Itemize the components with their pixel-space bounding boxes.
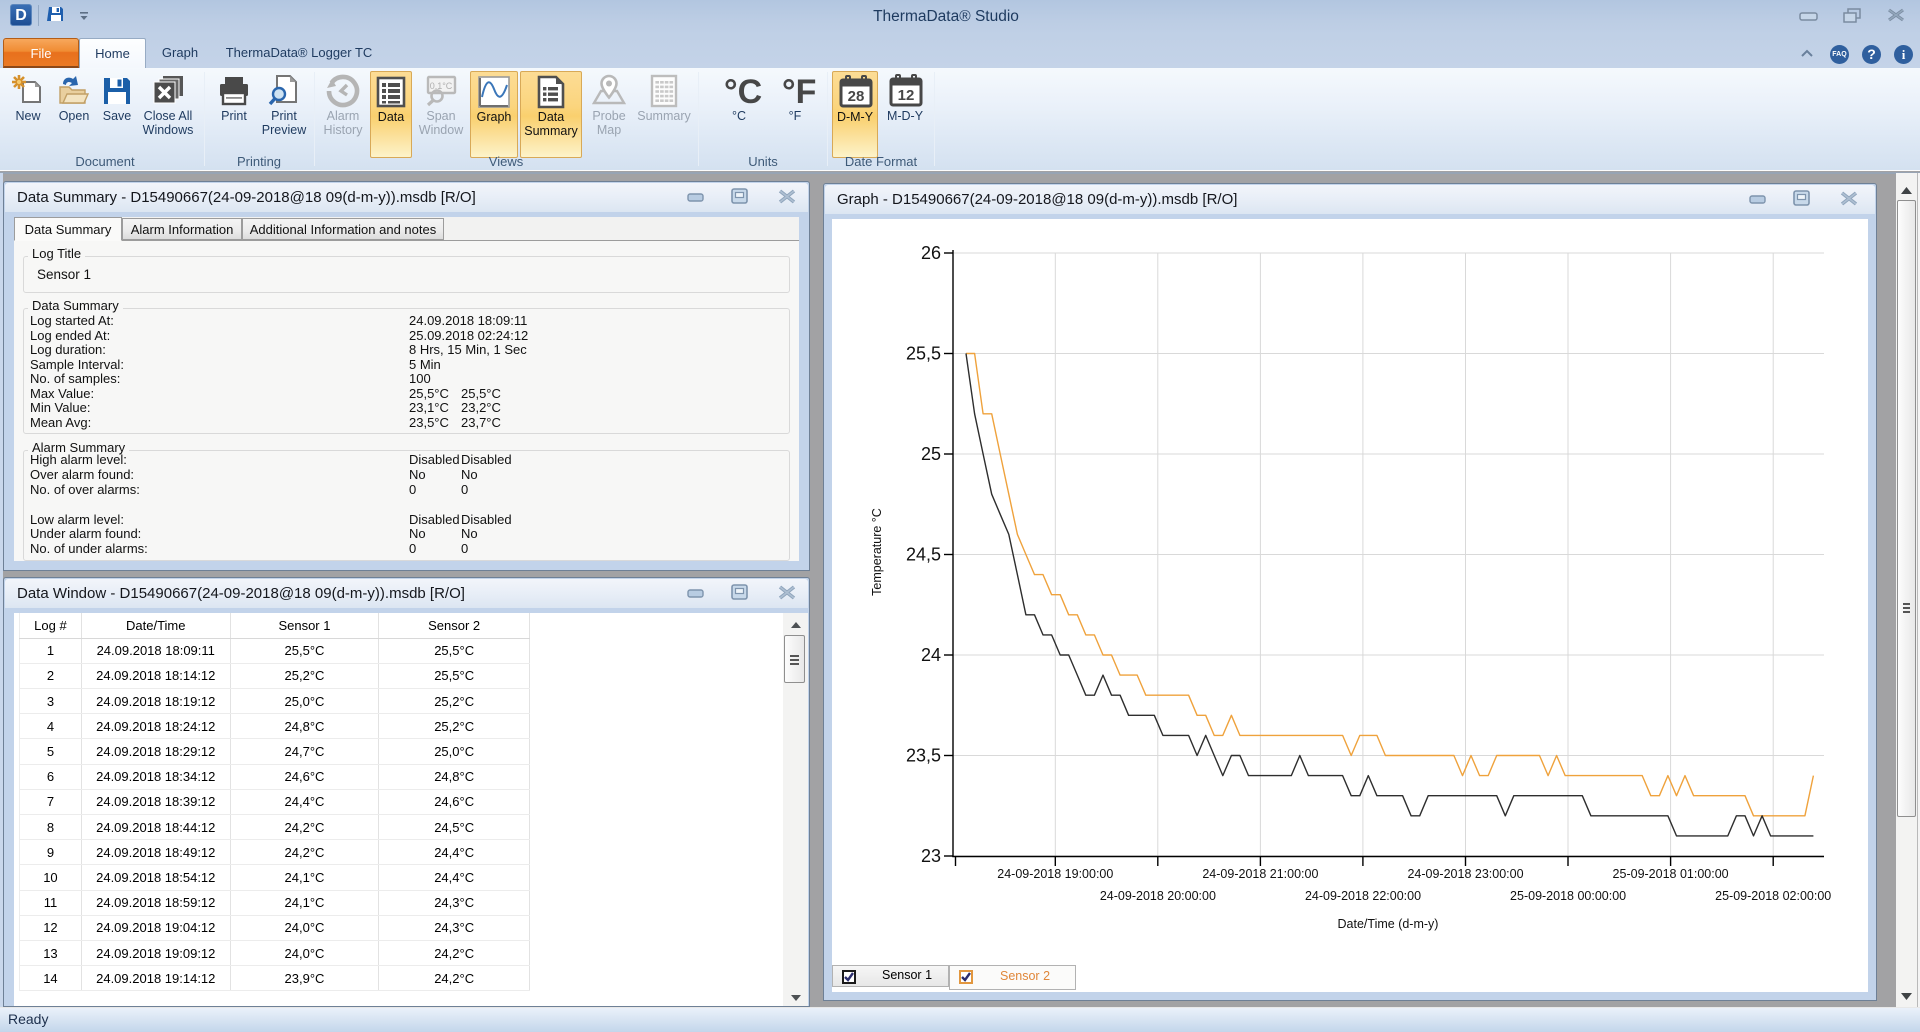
svg-text:25-09-2018 01:00:00: 25-09-2018 01:00:00 xyxy=(1613,867,1729,881)
svg-text:24: 24 xyxy=(921,645,941,665)
svg-text:25,5: 25,5 xyxy=(906,344,941,364)
svg-text:24,5: 24,5 xyxy=(906,545,941,565)
svg-text:25-09-2018 02:00:00: 25-09-2018 02:00:00 xyxy=(1715,889,1831,903)
svg-text:Temperature °C: Temperature °C xyxy=(870,508,884,596)
svg-text:0.1°C: 0.1°C xyxy=(430,81,453,91)
svg-text:Date/Time (d-m-y): Date/Time (d-m-y) xyxy=(1338,917,1439,931)
svg-text:23: 23 xyxy=(921,846,941,866)
svg-text:°C: °C xyxy=(724,74,762,108)
svg-text:°F: °F xyxy=(782,74,816,108)
svg-text:23,5: 23,5 xyxy=(906,746,941,766)
svg-text:24-09-2018 21:00:00: 24-09-2018 21:00:00 xyxy=(1202,867,1318,881)
svg-text:28: 28 xyxy=(848,88,865,105)
svg-text:25-09-2018 00:00:00: 25-09-2018 00:00:00 xyxy=(1510,889,1626,903)
svg-text:24-09-2018 19:00:00: 24-09-2018 19:00:00 xyxy=(997,867,1113,881)
svg-text:24-09-2018 22:00:00: 24-09-2018 22:00:00 xyxy=(1305,889,1421,903)
svg-text:26: 26 xyxy=(921,243,941,263)
svg-text:12: 12 xyxy=(898,87,915,104)
svg-text:24-09-2018 20:00:00: 24-09-2018 20:00:00 xyxy=(1100,889,1216,903)
svg-text:25: 25 xyxy=(921,444,941,464)
svg-text:24-09-2018 23:00:00: 24-09-2018 23:00:00 xyxy=(1407,867,1523,881)
